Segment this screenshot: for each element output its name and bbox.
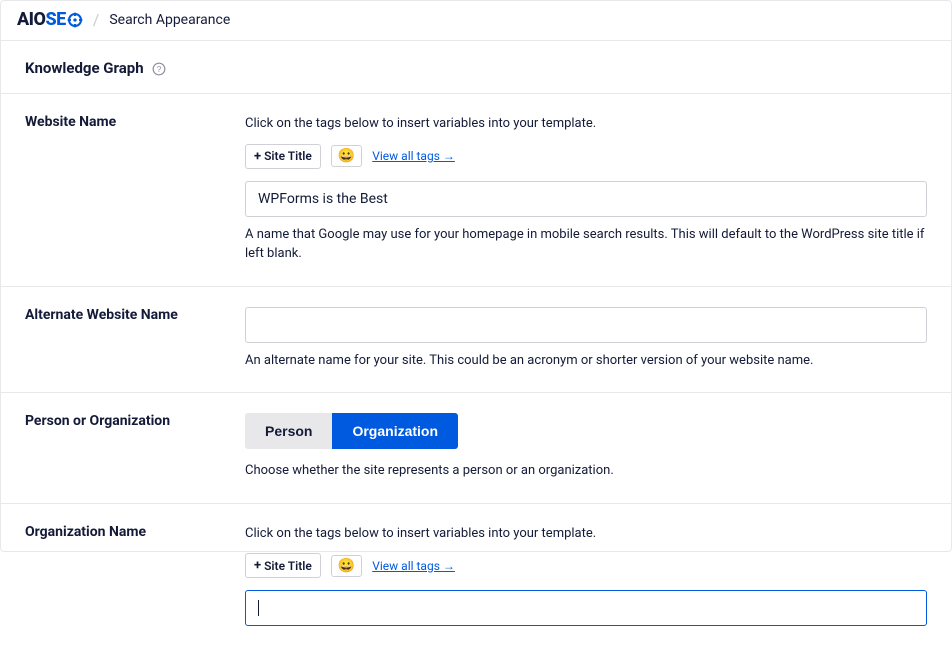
text-cursor [258, 600, 259, 616]
breadcrumb-divider: / [93, 10, 100, 29]
desc-website-name: Click on the tags below to insert variab… [245, 114, 927, 134]
view-all-tags-link[interactable]: View all tags → [372, 149, 455, 163]
alt-name-input[interactable] [245, 307, 927, 343]
label-org-name: Organization Name [25, 524, 245, 627]
label-website-name: Website Name [25, 114, 245, 264]
label-alt-name: Alternate Website Name [25, 307, 245, 371]
field-org-name: Organization Name Click on the tags belo… [1, 504, 951, 648]
plus-icon: + [254, 558, 261, 573]
svg-text:?: ? [156, 65, 161, 74]
desc-org-name: Click on the tags below to insert variab… [245, 524, 927, 544]
view-all-tags-link-org[interactable]: View all tags → [372, 559, 455, 573]
plus-icon: + [254, 149, 261, 164]
logo: AIOSE [17, 9, 83, 30]
field-website-name: Website Name Click on the tags below to … [1, 94, 951, 287]
toggle-organization[interactable]: Organization [332, 413, 458, 449]
help-person-org: Choose whether the site represents a per… [245, 461, 927, 481]
help-website-name: A name that Google may use for your home… [245, 225, 927, 264]
help-alt-name: An alternate name for your site. This co… [245, 351, 927, 371]
field-person-org: Person or Organization Person Organizati… [1, 393, 951, 504]
field-alt-name: Alternate Website Name An alternate name… [1, 287, 951, 394]
toggle-person[interactable]: Person [245, 413, 332, 449]
tag-site-title[interactable]: +Site Title [245, 144, 321, 169]
page-header: AIOSE / Search Appearance [1, 1, 951, 41]
help-icon[interactable]: ? [152, 61, 166, 75]
label-person-org: Person or Organization [25, 413, 245, 481]
emoji-picker-button[interactable]: 😀 [331, 145, 362, 167]
crosshair-icon [67, 12, 83, 28]
logo-text-seo: SE [45, 9, 82, 30]
section-title: Knowledge Graph [25, 59, 144, 77]
emoji-picker-button-org[interactable]: 😀 [331, 555, 362, 577]
org-name-input[interactable] [245, 590, 927, 626]
tag-site-title-org[interactable]: +Site Title [245, 553, 321, 578]
logo-text-aio: AIO [17, 9, 45, 30]
person-org-toggle: Person Organization [245, 413, 458, 449]
website-name-input[interactable] [245, 181, 927, 217]
breadcrumb-page: Search Appearance [109, 12, 230, 28]
section-header: Knowledge Graph ? [1, 41, 951, 94]
